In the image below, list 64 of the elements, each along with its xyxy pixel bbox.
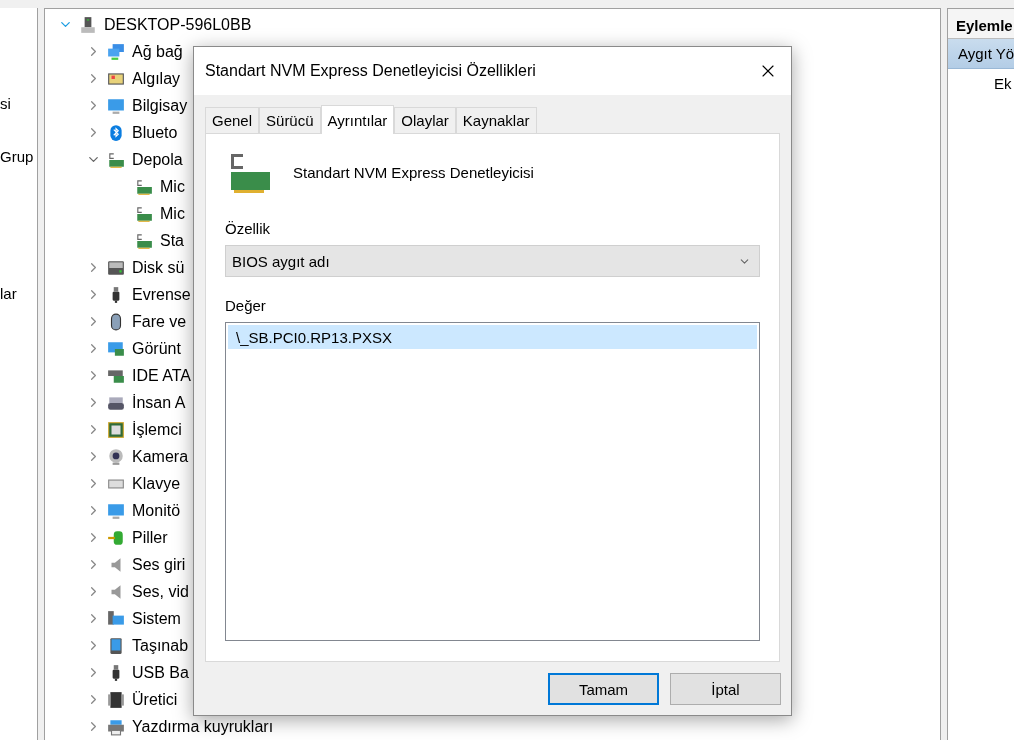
device-name: Standart NVM Express Denetleyicisi xyxy=(293,163,534,181)
battery-icon xyxy=(107,528,125,547)
bluetooth-icon xyxy=(107,123,125,142)
tree-item[interactable]: Kamera xyxy=(132,447,189,466)
tree-item[interactable]: Ağ bağ xyxy=(132,42,183,61)
tree-item[interactable]: Evrense xyxy=(132,285,191,304)
tab[interactable]: Olaylar xyxy=(394,107,456,133)
tab[interactable]: Ayrıntılar xyxy=(320,105,395,134)
tree-item[interactable]: Üretici xyxy=(132,690,178,709)
tree-item[interactable]: Algılay xyxy=(132,69,181,88)
controller-card-icon xyxy=(135,204,153,223)
tree-item[interactable]: Görünt xyxy=(132,339,181,358)
controller-card-icon xyxy=(107,150,125,169)
value-label: Değer xyxy=(225,297,267,314)
tree-item[interactable]: Sistem xyxy=(132,609,181,628)
tree-item[interactable]: IDE ATA xyxy=(132,366,191,385)
controller-card-icon xyxy=(135,231,153,250)
drive-icon xyxy=(107,258,125,277)
tree-item[interactable]: İşlemci xyxy=(132,420,182,439)
processor-icon xyxy=(107,420,125,439)
dialog-title: Standart NVM Express Denetleyicisi Özellikleri xyxy=(205,62,536,80)
dialog-button[interactable]: Tamam xyxy=(548,673,659,705)
tree-item[interactable]: Mic xyxy=(160,204,185,223)
tree-item[interactable]: Yazdırma kuyrukları xyxy=(132,717,274,736)
pane-item[interactable]: si xyxy=(0,94,37,114)
tree-item[interactable]: Mic xyxy=(160,177,185,196)
tree-item[interactable]: Bilgisay xyxy=(132,96,188,115)
tree-item[interactable]: Sta xyxy=(160,231,184,250)
tree-item[interactable]: Ses giri xyxy=(132,555,186,574)
tab[interactable]: Kaynaklar xyxy=(455,107,537,133)
display-adapter-icon xyxy=(107,339,125,358)
value-item[interactable]: \_SB.PCI0.RP13.PXSX xyxy=(228,325,757,349)
system-icon xyxy=(107,609,125,628)
actions-header: Eylemle xyxy=(948,9,1014,39)
computer-icon xyxy=(79,15,97,34)
tree-item[interactable]: Blueto xyxy=(132,123,178,142)
property-label: Özellik xyxy=(225,220,271,237)
controller-card-icon xyxy=(135,177,153,196)
pane-item[interactable]: lar xyxy=(0,284,37,304)
pane-item[interactable]: Grup xyxy=(0,147,37,167)
tree-item[interactable]: Monitö xyxy=(132,501,181,520)
dialog-button[interactable]: İptal xyxy=(670,673,781,705)
tree-item[interactable]: Disk sü xyxy=(132,258,185,277)
tree-item[interactable]: Piller xyxy=(132,528,168,547)
tree-item[interactable]: USB Ba xyxy=(132,663,189,682)
tree-item[interactable]: Fare ve xyxy=(132,312,187,331)
tab[interactable]: Genel xyxy=(205,107,260,133)
tree-item[interactable]: Klavye xyxy=(132,474,181,493)
tree-item[interactable]: Taşınab xyxy=(132,636,189,655)
action-item[interactable]: Aygıt Yö xyxy=(948,39,1014,69)
tablet-icon xyxy=(107,636,125,655)
chip-icon xyxy=(107,690,125,709)
action-item[interactable]: Ek xyxy=(948,69,1014,98)
property-dropdown[interactable]: BIOS aygıt adı xyxy=(225,245,760,277)
printer-icon xyxy=(107,717,125,736)
webcam-icon xyxy=(107,447,125,466)
tree-item[interactable]: Ses, vid xyxy=(132,582,189,601)
tab[interactable]: Sürücü xyxy=(259,107,321,133)
tree-item[interactable]: İnsan A xyxy=(132,393,186,412)
monitor-icon xyxy=(107,501,125,520)
tree-item[interactable]: Depola xyxy=(132,150,183,169)
network-icon xyxy=(107,42,125,61)
tree-item[interactable]: DESKTOP-596L0BB xyxy=(104,15,252,34)
monitor-icon xyxy=(107,96,125,115)
